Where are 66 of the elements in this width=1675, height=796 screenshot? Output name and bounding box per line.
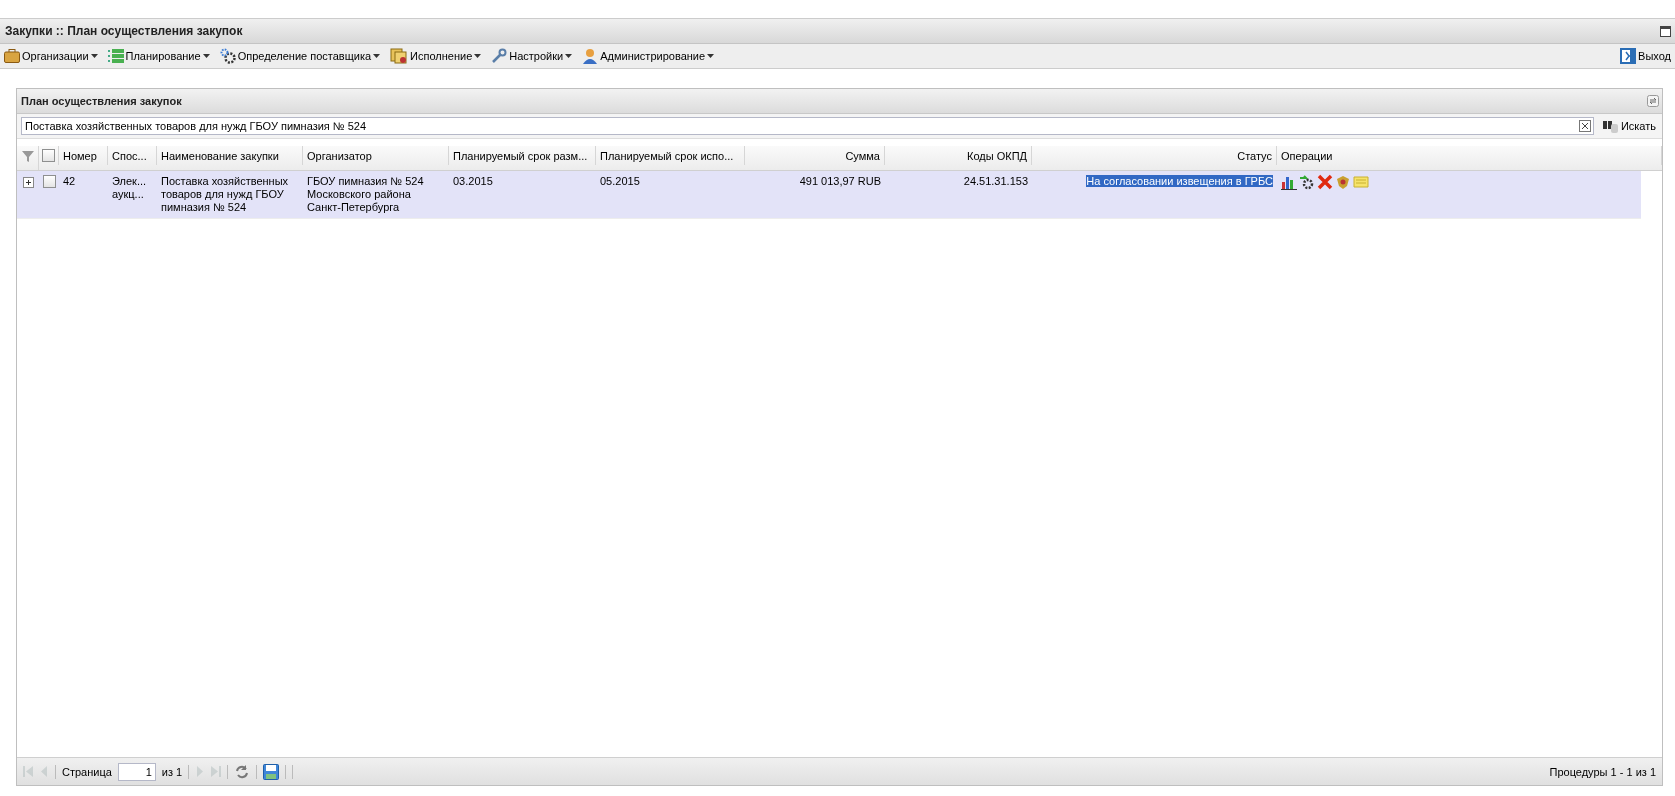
refresh-icon[interactable] [1647,95,1659,107]
wrench-icon [491,48,508,64]
binoculars-icon [1601,119,1618,133]
column-header[interactable]: Номер [59,146,108,165]
previous-icon [39,766,49,777]
page-label: Страница [62,765,112,778]
table-cell: 24.51.31.153 [963,175,1028,187]
column-header[interactable]: Планируемый срок разм... [449,146,596,165]
table-cell: 491 013,97 RUB [799,175,881,187]
caret-icon [373,54,381,58]
gear-icon[interactable] [1299,174,1315,190]
next-icon [195,766,206,777]
column-header[interactable]: Планируемый срок испо... [596,146,745,165]
column-header[interactable]: Наименование закупки [157,146,303,165]
column-header[interactable]: Спос... [108,146,157,165]
table-cell: 05.2015 [600,175,640,187]
column-header[interactable]: Коды ОКПД [885,146,1032,165]
status-text: На согласовании извещения в ГРБС [1086,175,1273,187]
clear-icon[interactable] [1578,120,1591,132]
panel-title: План осуществления закупок [21,95,182,107]
filter-icon[interactable] [20,148,35,163]
menu-item[interactable]: Организации [4,49,98,63]
briefcase-icon [4,49,20,63]
exit-button[interactable]: Выход [1620,48,1671,64]
menu-item[interactable]: Исполнение [390,48,482,64]
table-cell: Элек... аукц... [112,175,147,200]
delete-icon[interactable] [1317,174,1333,190]
menu-item[interactable]: Планирование [107,49,210,63]
table-cell: ГБОУ пимназия № 524 Московского района Санкт-Петербурга [307,175,424,213]
last-page-icon [211,766,222,777]
table-cell: 42 [63,175,76,187]
save-icon[interactable] [263,763,280,780]
menu-item[interactable]: Настройки [491,48,573,64]
menu-item[interactable]: Определение поставщика [219,48,381,64]
table-cell: 03.2015 [453,175,493,187]
column-header[interactable]: Сумма [745,146,885,165]
select-all-checkbox[interactable] [42,149,55,162]
first-page-icon [23,766,33,777]
bar-chart-icon[interactable] [1281,174,1297,190]
user-icon [582,48,599,64]
emblem-icon[interactable] [1335,174,1351,190]
records-summary: Процедуры 1 - 1 из 1 [1549,765,1656,778]
caret-icon [202,54,210,58]
documents-icon [390,48,409,64]
table-row[interactable] [17,171,1641,219]
exit-icon [1620,48,1637,64]
search-button[interactable]: Искать [1599,119,1658,133]
caret-icon [707,54,715,58]
caret-icon [474,54,482,58]
row-checkbox[interactable] [42,175,56,188]
menu-item[interactable]: Администрирование [582,48,715,64]
refresh-icon[interactable] [234,763,251,780]
column-header[interactable]: Операции [1277,146,1662,165]
search-field[interactable]: Поставка хозяйственных товаров для нужд ГБОУ пимназия № 524 [21,117,1594,135]
list-icon [107,49,124,63]
table-cell: Поставка хозяйственных товаров для нужд ГБОУ пимназия № 524 [161,175,289,213]
gears-icon [219,48,236,64]
caret-icon [90,54,98,58]
page-input[interactable]: 1 [117,762,156,781]
column-header[interactable]: Организатор [303,146,449,165]
maximize-icon[interactable] [1660,25,1671,37]
page-count: из 1 [161,765,183,778]
column-header[interactable]: Статус [1032,146,1277,165]
expand-icon[interactable] [22,177,34,188]
caret-icon [565,54,573,58]
window-title: Закупки :: План осуществления закупок [5,24,243,38]
